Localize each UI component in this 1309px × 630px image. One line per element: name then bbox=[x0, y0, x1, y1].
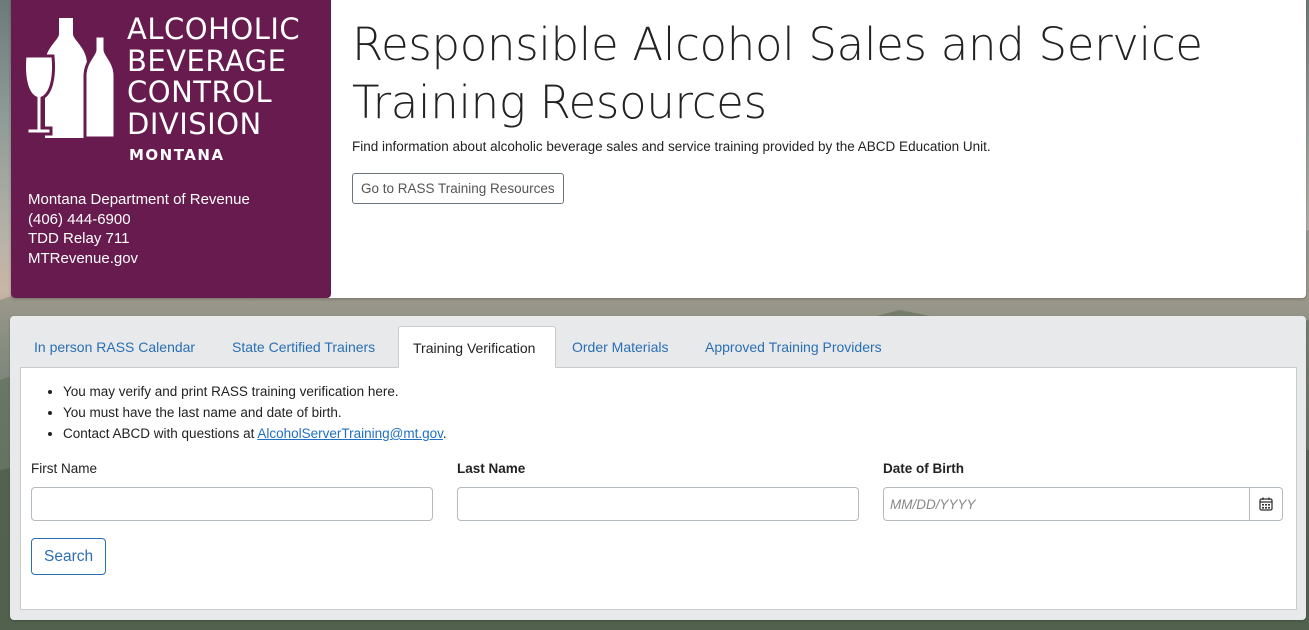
logo-line: BEVERAGE bbox=[127, 43, 287, 78]
list-item: Contact ABCD with questions at AlcoholSe… bbox=[63, 423, 447, 444]
list-item-text: You must have the last name and date of … bbox=[63, 405, 342, 420]
tab-approved-training-providers[interactable]: Approved Training Providers bbox=[691, 326, 896, 368]
search-button[interactable]: Search bbox=[31, 538, 107, 575]
logo-state: MONTANA bbox=[129, 146, 225, 164]
last-name-label: Last Name bbox=[457, 461, 526, 476]
contact-website: MTRevenue.gov bbox=[28, 249, 139, 267]
calendar-icon bbox=[1259, 497, 1273, 511]
last-name-input[interactable] bbox=[457, 487, 859, 521]
first-name-input[interactable] bbox=[31, 487, 433, 521]
training-verification-panel: You may verify and print RASS training v… bbox=[20, 367, 1297, 610]
list-item-suffix: . bbox=[442, 426, 447, 441]
tab-training-verification[interactable]: Training Verification bbox=[398, 326, 556, 368]
logo-line: ALCOHOLIC bbox=[127, 12, 301, 46]
tab-state-certified-trainers[interactable]: State Certified Trainers bbox=[218, 326, 389, 368]
list-item-text: You may verify and print RASS training v… bbox=[63, 384, 399, 399]
first-name-label: First Name bbox=[31, 461, 98, 476]
wine-bottles-glass-icon bbox=[25, 18, 117, 140]
dob-input[interactable] bbox=[884, 488, 1250, 520]
instructions-list: You may verify and print RASS training v… bbox=[63, 381, 447, 444]
logo-wordmark: ALCOHOLIC BEVERAGE CONTROL DIVISION bbox=[127, 12, 327, 141]
rass-resources-button[interactable]: Go to RASS Training Resources bbox=[352, 173, 564, 204]
list-item: You must have the last name and date of … bbox=[63, 402, 447, 423]
dob-label: Date of Birth bbox=[883, 461, 964, 476]
tab-order-materials[interactable]: Order Materials bbox=[558, 326, 682, 368]
contact-email-link[interactable]: AlcoholServerTraining@mt.gov bbox=[257, 426, 443, 441]
contact-info: Montana Department of Revenue (406) 444-… bbox=[28, 190, 250, 268]
brand-panel: ALCOHOLIC BEVERAGE CONTROL DIVISION MONT… bbox=[11, 0, 331, 298]
contact-phone: (406) 444-6900 bbox=[28, 210, 131, 228]
list-item-text: Contact ABCD with questions at bbox=[63, 426, 258, 441]
list-item: You may verify and print RASS training v… bbox=[63, 381, 447, 402]
tab-in-person-rass-calendar[interactable]: In person RASS Calendar bbox=[20, 326, 209, 368]
contact-tdd: TDD Relay 711 bbox=[28, 230, 130, 247]
logo-line: CONTROL bbox=[127, 75, 273, 109]
logo-line: DIVISION bbox=[127, 106, 262, 141]
tabs-card: In person RASS Calendar State Certified … bbox=[10, 316, 1306, 620]
page-description: Find information about alcoholic beverag… bbox=[352, 139, 991, 154]
page-title: Responsible Alcohol Sales and Service Tr… bbox=[352, 18, 1203, 129]
contact-org: Montana Department of Revenue bbox=[28, 191, 250, 208]
dob-field bbox=[883, 487, 1283, 521]
calendar-button[interactable] bbox=[1249, 488, 1282, 520]
header-card: ALCOHOLIC BEVERAGE CONTROL DIVISION MONT… bbox=[11, 0, 1306, 298]
